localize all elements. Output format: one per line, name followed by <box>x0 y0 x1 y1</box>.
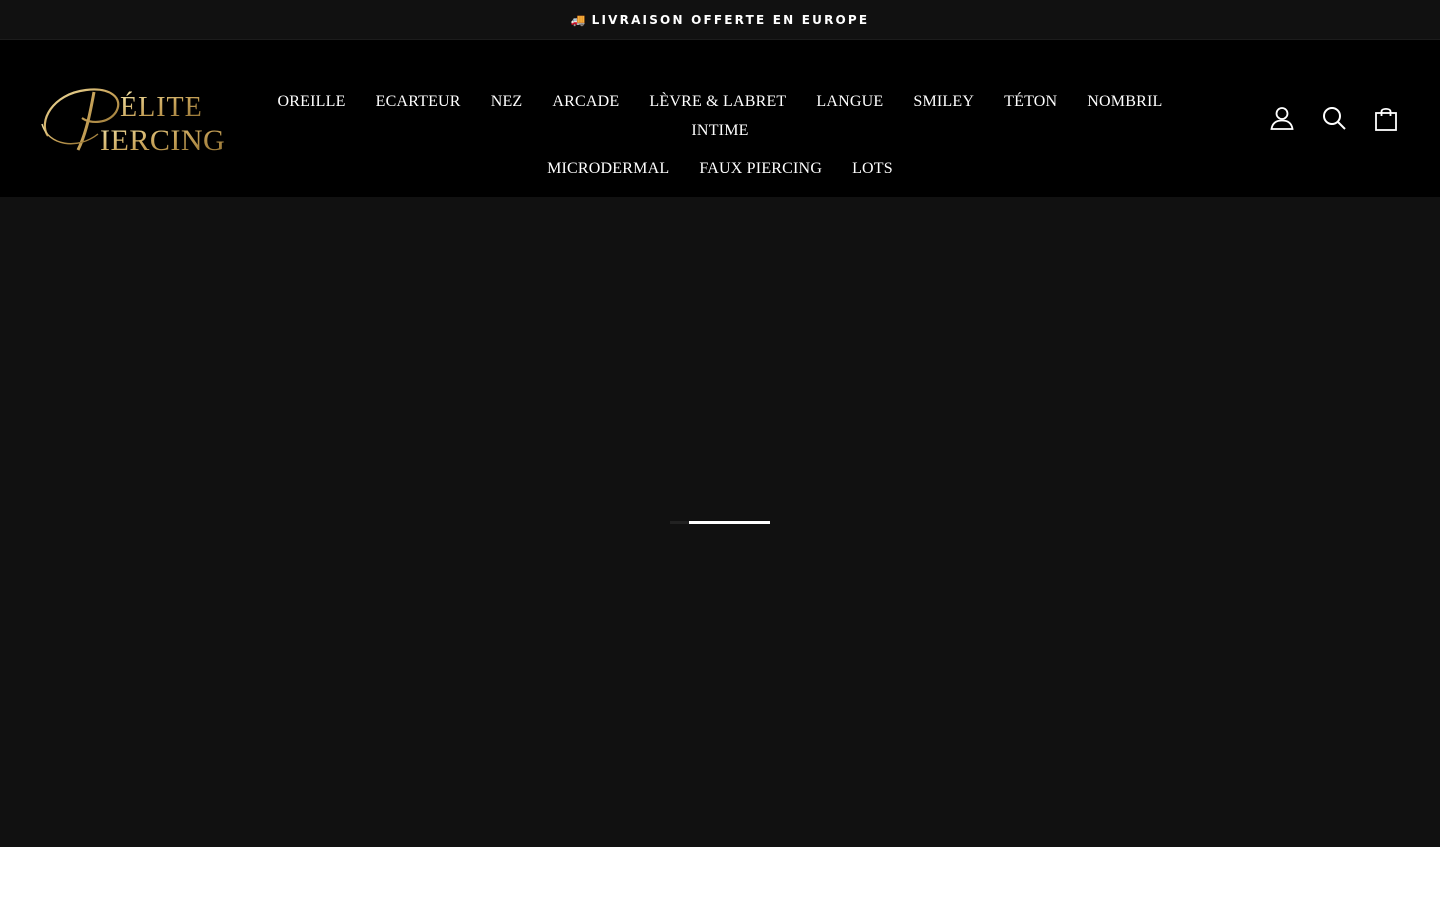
nav-item-t-ton[interactable]: TÉTON <box>989 92 1072 112</box>
nav-item-microdermal[interactable]: MICRODERMAL <box>532 159 684 179</box>
nav-item-lots[interactable]: LOTS <box>837 159 908 179</box>
truck-icon: 🚚 <box>570 12 586 27</box>
site-header: ÉLITE IERCING OREILLE ECARTEUR NEZ ARCADE LÈ… <box>0 40 1440 197</box>
nav-item-langue[interactable]: LANGUE <box>801 92 898 112</box>
announcement-bar: 🚚 LIVRAISON OFFERTE EN EUROPE <box>0 0 1440 40</box>
nav-item-smiley[interactable]: SMILEY <box>898 92 989 112</box>
user-icon[interactable] <box>1268 104 1296 132</box>
nav-item-arcade[interactable]: ARCADE <box>537 92 634 112</box>
nav-item-faux-piercing[interactable]: FAUX PIERCING <box>684 159 837 179</box>
hero-slideshow <box>0 197 1440 847</box>
loading-bar <box>670 521 770 524</box>
logo-text-line2: IERCING <box>100 124 225 156</box>
site-logo[interactable]: ÉLITE IERCING <box>38 84 234 157</box>
main-nav: OREILLE ECARTEUR NEZ ARCADE LÈVRE & LABRET LA… <box>248 92 1192 179</box>
loading-bar-fill <box>689 521 770 524</box>
logo-text-line1: ÉLITE <box>120 92 203 123</box>
nav-item-oreille[interactable]: OREILLE <box>263 92 361 112</box>
logo-image: ÉLITE IERCING <box>41 88 225 157</box>
nav-item-ecarteur[interactable]: ECARTEUR <box>361 92 476 112</box>
search-icon[interactable] <box>1320 104 1348 132</box>
header-icons <box>1268 104 1400 132</box>
nav-item-intime[interactable]: INTIME <box>676 121 763 141</box>
nav-item-nez[interactable]: NEZ <box>476 92 538 112</box>
cart-icon[interactable] <box>1372 104 1400 132</box>
nav-item-nombril[interactable]: NOMBRIL <box>1072 92 1177 112</box>
nav-item-l-vre-labret[interactable]: LÈVRE & LABRET <box>634 92 801 112</box>
announcement-text: LIVRAISON OFFERTE EN EUROPE <box>591 12 870 27</box>
